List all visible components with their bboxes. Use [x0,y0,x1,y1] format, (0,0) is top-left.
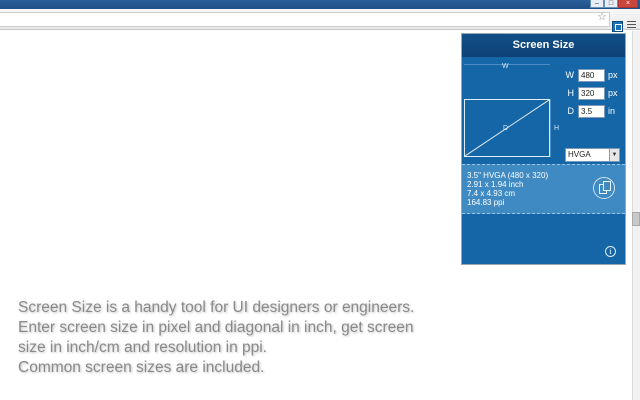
browser-toolbar: ☆ [0,9,640,32]
width-input[interactable]: 480 [578,69,605,82]
popup-title: Screen Size [462,34,625,57]
description-text: Screen Size is a handy tool for UI desig… [18,298,488,378]
height-unit: px [608,88,618,98]
screen-size-extension-icon[interactable] [612,21,623,32]
diagonal-input[interactable]: 3.5 [578,105,605,118]
maximize-button[interactable]: □ [604,0,618,8]
info-icon[interactable]: i [605,246,616,257]
description-line: size in inch/cm and resolution in ppi. [18,339,267,356]
address-bar[interactable] [0,12,610,27]
copy-icon[interactable] [593,177,615,199]
window-title-bar: – □ × [0,0,640,9]
description-line: Screen Size is a handy tool for UI desig… [18,299,415,316]
height-dimension-line [550,99,551,157]
bookmark-star-icon[interactable]: ☆ [596,11,608,23]
preset-selected-value: HVGA [568,150,591,159]
result-ppi: 164.83 ppi [467,198,505,207]
width-dimension-label: W [502,63,509,70]
screen-size-popup: Screen Size W D H W 480 px H 320 px D 3.… [461,33,626,265]
diagonal-dimension-label: D [503,125,509,132]
result-panel: 3.5" HVGA (480 x 320) 2.91 x 1.94 inch 7… [462,164,625,214]
diagonal-field-label: D [567,106,575,116]
preset-select[interactable]: HVGA ▼ [565,148,620,162]
height-input[interactable]: 320 [578,87,605,100]
description-line: Common screen sizes are included. [18,359,265,376]
height-field-label: H [567,88,575,98]
width-field-label: W [565,70,575,80]
close-button[interactable]: × [618,0,638,8]
height-dimension-label: H [554,125,560,132]
screen-diagram: W D H W 480 px H 320 px D 3.5 in HVGA ▼ [462,58,625,166]
dropdown-arrow-icon[interactable]: ▼ [609,149,619,161]
scrollbar-thumb[interactable] [632,212,640,226]
width-unit: px [608,70,618,80]
diagonal-unit: in [608,106,616,116]
minimize-button[interactable]: – [590,0,604,8]
description-line: Enter screen size in pixel and diagonal … [18,319,414,336]
menu-icon[interactable] [627,21,636,30]
